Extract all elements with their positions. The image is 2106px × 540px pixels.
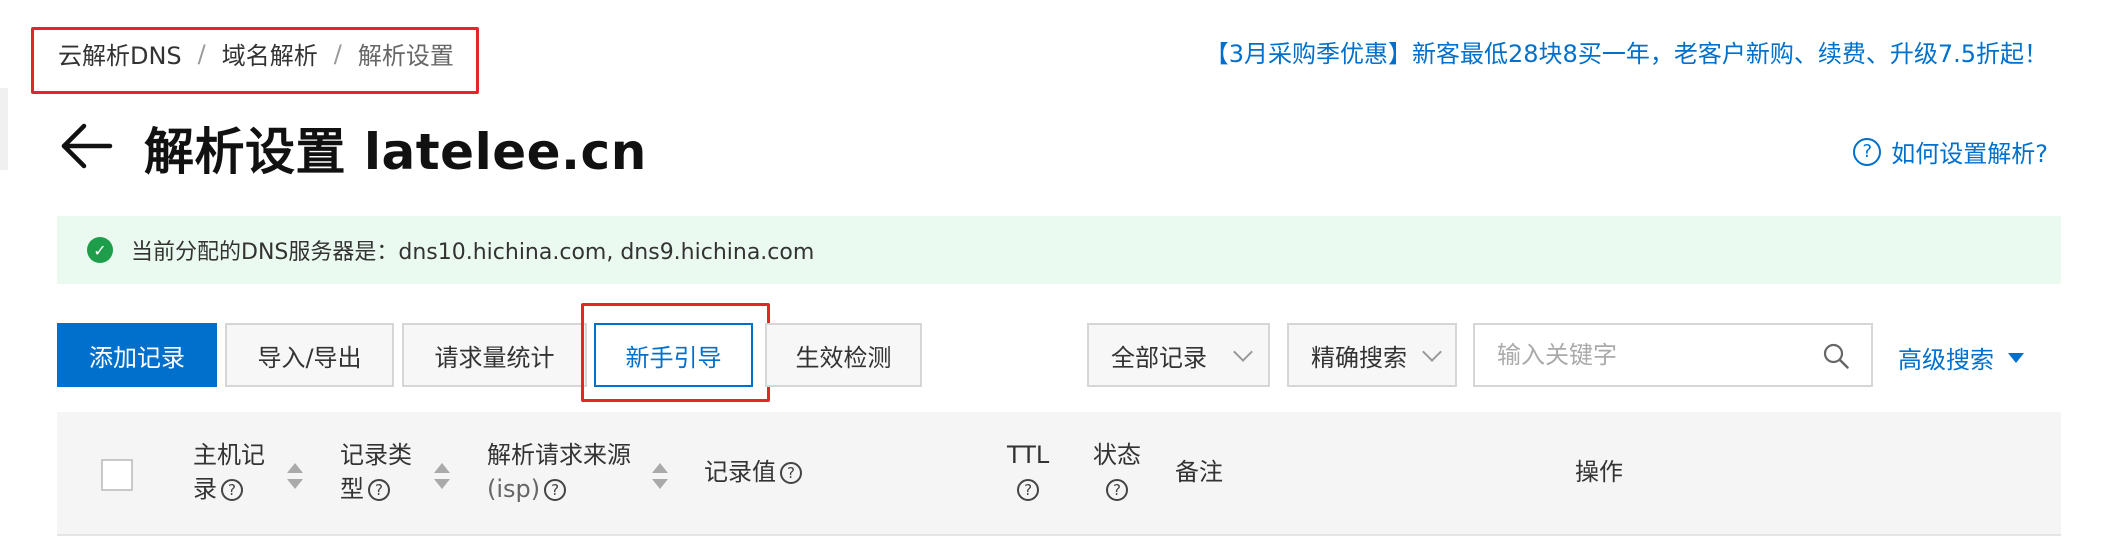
breadcrumb-item-domain[interactable]: 域名解析 xyxy=(222,36,318,71)
breadcrumb-separator: / xyxy=(333,39,342,68)
column-header-type-line1: 记录类 xyxy=(340,441,412,469)
advanced-search-label: 高级搜索 xyxy=(1898,346,1994,374)
select-all-checkbox[interactable] xyxy=(101,459,133,491)
dns-server-notice-text: 当前分配的DNS服务器是：dns10.hichina.com, dns9.hic… xyxy=(131,240,815,265)
help-icon[interactable]: ? xyxy=(780,462,802,484)
column-header-status: 状态 ? xyxy=(1093,438,1141,506)
help-icon[interactable]: ? xyxy=(368,479,390,501)
question-circle-icon: ? xyxy=(1853,137,1882,166)
column-header-value-label: 记录值 xyxy=(704,458,776,486)
column-header-type: 记录类 型? xyxy=(340,438,412,506)
help-icon[interactable]: ? xyxy=(1106,479,1128,501)
column-header-ttl-label: TTL xyxy=(1007,441,1050,469)
help-link-label: 如何设置解析? xyxy=(1891,140,2048,168)
keyword-search-input[interactable] xyxy=(1497,341,1797,369)
search-mode-value: 精确搜索 xyxy=(1311,343,1407,372)
column-header-actions: 操作 xyxy=(1575,458,1623,486)
column-header-source-line2: (isp) xyxy=(487,475,541,503)
import-export-button[interactable]: 导入/导出 xyxy=(225,323,394,387)
search-mode-select[interactable]: 精确搜索 xyxy=(1287,323,1457,387)
chevron-down-icon xyxy=(1422,342,1442,362)
column-header-ttl: TTL ? xyxy=(1007,438,1049,506)
column-header-host-line2: 录 xyxy=(193,475,217,503)
caret-down-icon xyxy=(2008,352,2024,363)
column-header-type-line2: 型 xyxy=(340,475,364,503)
advanced-search-link[interactable]: 高级搜索 xyxy=(1898,340,2024,375)
column-header-source-line1: 解析请求来源 xyxy=(487,441,631,469)
check-circle-icon: ✓ xyxy=(87,237,113,263)
help-icon[interactable]: ? xyxy=(221,479,243,501)
records-table-header: 主机记 录? 记录类 型? 解析请求来源 (isp)? 记录值? TTL ? 状… xyxy=(57,412,2061,536)
help-icon[interactable]: ? xyxy=(544,479,567,501)
request-stats-button[interactable]: 请求量统计 xyxy=(402,323,587,387)
chevron-down-icon xyxy=(1233,342,1253,362)
help-icon[interactable]: ? xyxy=(1017,479,1040,501)
promo-link[interactable]: 【3月采购季优惠】新客最低28块8买一年，老客户新购、续费、升级7.5折起！ xyxy=(1205,34,2048,69)
page-title: 解析设置 latelee.cn xyxy=(144,123,647,181)
column-header-host-line1: 主机记 xyxy=(193,441,265,469)
breadcrumb-separator: / xyxy=(197,39,206,68)
column-header-remark: 备注 xyxy=(1175,458,1223,486)
column-header-host: 主机记 录? xyxy=(193,438,265,506)
keyword-search-box xyxy=(1473,323,1873,387)
sort-host-icon[interactable] xyxy=(287,463,303,489)
effect-check-button[interactable]: 生效检测 xyxy=(765,323,922,387)
add-record-button[interactable]: 添加记录 xyxy=(57,323,217,387)
sort-source-icon[interactable] xyxy=(652,463,668,489)
record-filter-value: 全部记录 xyxy=(1111,343,1207,372)
beginner-guide-button[interactable]: 新手引导 xyxy=(594,323,753,387)
help-link[interactable]: ? 如何设置解析? xyxy=(1853,134,2048,169)
record-filter-select[interactable]: 全部记录 xyxy=(1087,323,1270,387)
column-header-source: 解析请求来源 (isp)? xyxy=(487,438,631,506)
search-icon[interactable] xyxy=(1823,343,1849,369)
sort-type-icon[interactable] xyxy=(434,463,450,489)
dns-server-notice: ✓ 当前分配的DNS服务器是：dns10.hichina.com, dns9.h… xyxy=(57,216,2061,284)
back-arrow-icon[interactable] xyxy=(58,118,114,174)
breadcrumb: 云解析DNS / 域名解析 / 解析设置 xyxy=(58,36,454,71)
column-header-status-label: 状态 xyxy=(1093,441,1141,469)
breadcrumb-item-current: 解析设置 xyxy=(357,42,454,70)
breadcrumb-item-dns[interactable]: 云解析DNS xyxy=(58,36,182,71)
side-edge xyxy=(0,88,8,170)
column-header-value: 记录值? xyxy=(704,455,802,489)
